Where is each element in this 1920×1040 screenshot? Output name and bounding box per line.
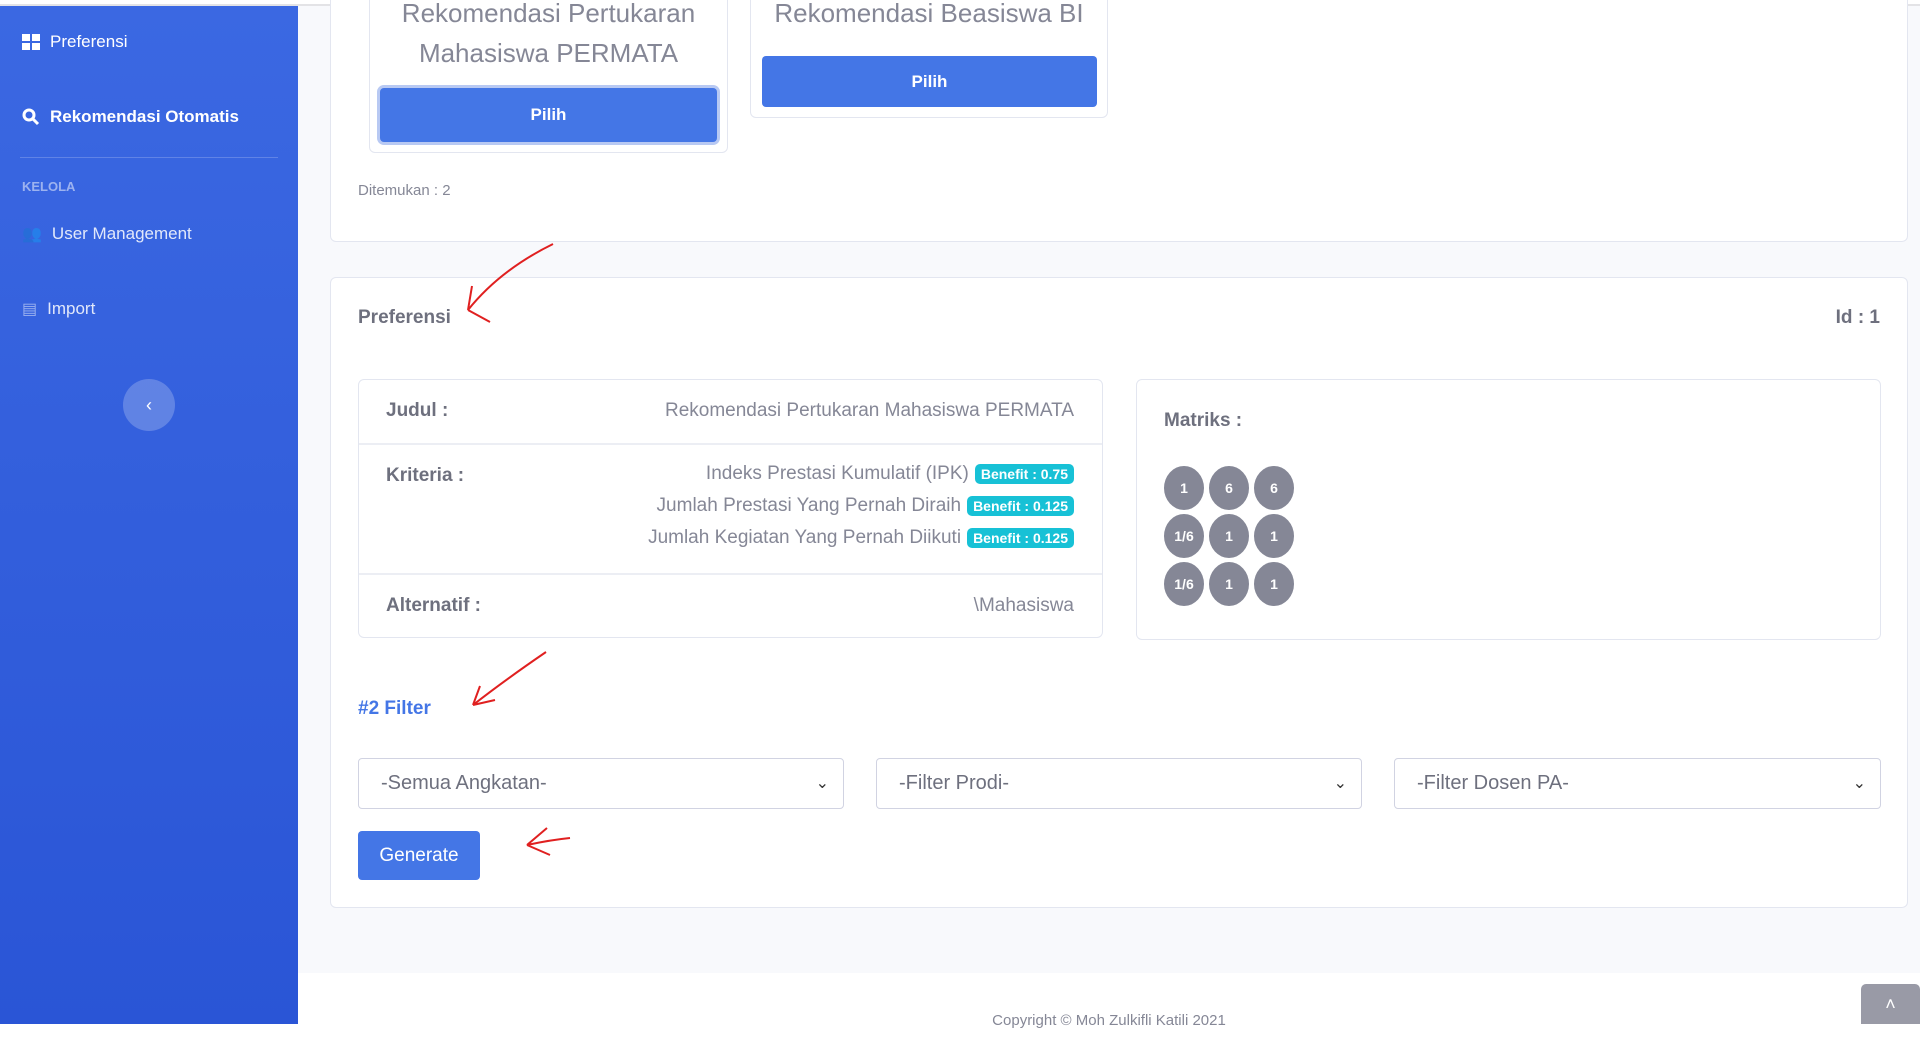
- arrow-annotation: [472, 651, 547, 706]
- copyright: Copyright © Moh Zulkifli Katili 2021: [992, 1012, 1226, 1029]
- annotation-arrows: [467, 243, 571, 856]
- arrow-annotation: [467, 243, 554, 323]
- arrow-annotation: [526, 827, 571, 856]
- scroll-to-top-button[interactable]: ˄: [1861, 984, 1920, 1024]
- chevron-up-icon: ˄: [1885, 993, 1896, 1014]
